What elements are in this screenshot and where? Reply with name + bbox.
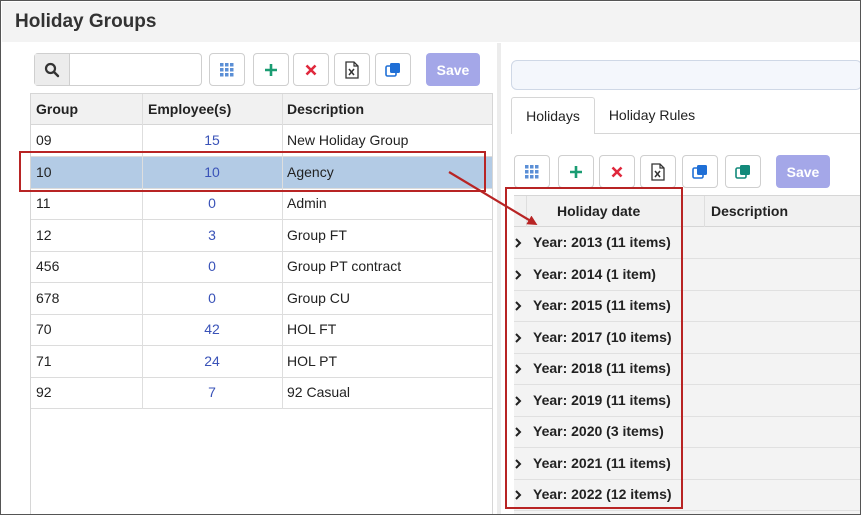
copy-button[interactable] <box>375 53 411 86</box>
copy-icon <box>385 62 400 77</box>
highlight-box-selected-group <box>19 151 486 192</box>
column-header-description[interactable]: Description <box>287 94 364 125</box>
app-window: Holiday Groups Save Group Employee(s) De… <box>0 0 861 515</box>
grid-icon <box>220 62 234 76</box>
save-button[interactable]: Save <box>426 53 480 86</box>
employee-count-link[interactable]: 0 <box>142 251 282 282</box>
table-row[interactable]: 456 0 Group PT contract <box>31 251 492 283</box>
delete-button[interactable] <box>293 53 329 86</box>
table-row[interactable]: 11 0 Admin <box>31 188 492 220</box>
group-cell: 12 <box>36 226 52 243</box>
table-row[interactable]: 70 42 HOL FT <box>31 314 492 346</box>
table-row[interactable]: 71 24 HOL PT <box>31 346 492 378</box>
filter-bar <box>511 60 860 90</box>
search-input[interactable] <box>72 56 198 83</box>
group-cell: 11 <box>36 195 51 211</box>
delete-icon <box>305 64 317 75</box>
employee-count-link[interactable]: 0 <box>142 188 282 219</box>
holidays-export-excel-button[interactable] <box>640 155 676 188</box>
column-header-description[interactable]: Description <box>711 196 788 227</box>
grid-header: Group Employee(s) Description <box>31 94 492 125</box>
delete-icon <box>611 166 623 177</box>
employee-count-link[interactable]: 7 <box>142 377 282 408</box>
copy-icon <box>735 164 750 179</box>
page-header: Holiday Groups <box>2 2 860 42</box>
add-button[interactable] <box>253 53 289 86</box>
group-cell: 92 <box>36 384 52 400</box>
holidays-copy-button[interactable] <box>682 155 718 188</box>
description-cell: Group CU <box>287 289 351 306</box>
tab-holidays[interactable]: Holidays <box>511 97 595 135</box>
table-row[interactable]: 678 0 Group CU <box>31 283 492 315</box>
description-cell: Group FT <box>287 226 347 243</box>
employee-count-link[interactable]: 0 <box>142 283 282 314</box>
table-row[interactable]: 92 7 92 Casual <box>31 377 492 409</box>
group-cell: 456 <box>36 258 60 274</box>
search-field[interactable] <box>34 53 202 86</box>
grid-layout-button[interactable] <box>209 53 245 86</box>
holidays-delete-button[interactable] <box>599 155 635 188</box>
employee-count-link[interactable]: 42 <box>142 314 282 345</box>
description-cell: 92 Casual <box>287 384 351 400</box>
description-cell: HOL PT <box>287 352 338 369</box>
panel-splitter[interactable] <box>497 43 501 514</box>
description-cell: Admin <box>287 195 327 211</box>
excel-icon <box>651 162 665 181</box>
holidays-grid-layout-button[interactable] <box>514 155 550 188</box>
description-cell: HOL FT <box>287 321 337 337</box>
column-header-employees[interactable]: Employee(s) <box>148 94 231 125</box>
tab-strip: Holidays Holiday Rules <box>511 97 860 135</box>
employee-count-link[interactable]: 24 <box>142 346 282 377</box>
excel-icon <box>345 60 359 79</box>
copy-icon <box>692 164 707 179</box>
holidays-copy-to-button[interactable] <box>725 155 761 188</box>
tab-holiday-rules[interactable]: Holiday Rules <box>603 97 701 134</box>
employee-count-link[interactable]: 3 <box>142 220 282 251</box>
grid-icon <box>525 164 539 178</box>
holidays-save-button[interactable]: Save <box>776 155 830 188</box>
description-cell: Group PT contract <box>287 258 402 274</box>
column-header-group[interactable]: Group <box>36 94 78 125</box>
highlight-box-holiday-dates <box>505 187 683 509</box>
add-icon <box>570 165 582 178</box>
table-row[interactable]: 12 3 Group FT <box>31 220 492 252</box>
add-icon <box>265 63 277 76</box>
group-cell: 70 <box>36 321 52 337</box>
holidays-add-button[interactable] <box>558 155 594 188</box>
export-excel-button[interactable] <box>334 53 370 86</box>
group-cell: 678 <box>36 289 60 306</box>
group-cell: 71 <box>36 352 52 369</box>
search-icon[interactable] <box>35 54 70 85</box>
page-title: Holiday Groups <box>15 11 157 32</box>
